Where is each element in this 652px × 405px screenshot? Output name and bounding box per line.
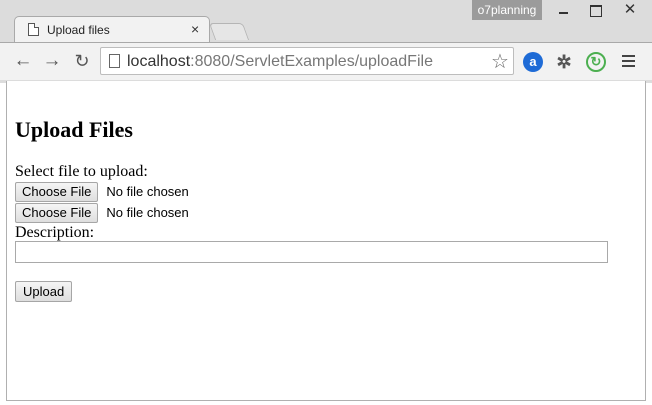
file-status-2: No file chosen [106, 205, 189, 220]
minimize-button[interactable] [546, 0, 580, 20]
choose-file-button-2[interactable]: Choose File [15, 203, 99, 223]
description-label: Description: [15, 224, 95, 241]
extension-bug-icon[interactable]: ✲ [554, 52, 574, 72]
page-viewport: Upload Files Select file to upload: Choo… [6, 81, 646, 401]
toolbar: ← → ↻ localhost:8080/ServletExamples/upl… [0, 42, 652, 80]
tab-title: Upload files [47, 23, 110, 37]
select-file-label: Select file to upload: [15, 163, 148, 180]
upload-button[interactable]: Upload [15, 281, 73, 302]
page-info-icon[interactable] [109, 54, 120, 68]
tab-close-icon[interactable]: × [191, 21, 199, 37]
bookmark-star-icon[interactable]: ☆ [491, 49, 509, 74]
extension-sync-icon[interactable]: ↻ [586, 52, 606, 72]
address-bar[interactable]: localhost:8080/ServletExamples/uploadFil… [100, 47, 514, 75]
file-input-2: Choose File No file chosen [15, 203, 189, 223]
extension-a-icon[interactable]: a [523, 52, 543, 72]
url-host: localhost [127, 53, 191, 70]
profile-badge[interactable]: o7planning [472, 0, 542, 20]
maximize-button[interactable] [578, 0, 612, 20]
forward-button[interactable]: → [40, 49, 64, 73]
file-input-1: Choose File No file chosen [15, 182, 189, 202]
tab-upload-files[interactable]: Upload files × [14, 16, 210, 42]
file-status-1: No file chosen [106, 184, 189, 199]
choose-file-button-1[interactable]: Choose File [15, 182, 99, 202]
close-icon: ✕ [623, 1, 637, 18]
close-window-button[interactable]: ✕ [608, 0, 652, 20]
url-text[interactable]: localhost:8080/ServletExamples/uploadFil… [127, 53, 433, 71]
page-title: Upload Files [15, 117, 133, 142]
new-tab-button[interactable] [208, 23, 250, 40]
url-path: :8080/ServletExamples/uploadFile [190, 53, 433, 70]
back-button[interactable]: ← [11, 49, 35, 73]
page-icon [28, 23, 39, 36]
browser-chrome: o7planning ✕ Upload files × ← → ↻ localh… [0, 0, 652, 83]
reload-button[interactable]: ↻ [70, 49, 94, 73]
menu-icon[interactable] [622, 52, 636, 72]
description-field[interactable] [15, 241, 608, 263]
